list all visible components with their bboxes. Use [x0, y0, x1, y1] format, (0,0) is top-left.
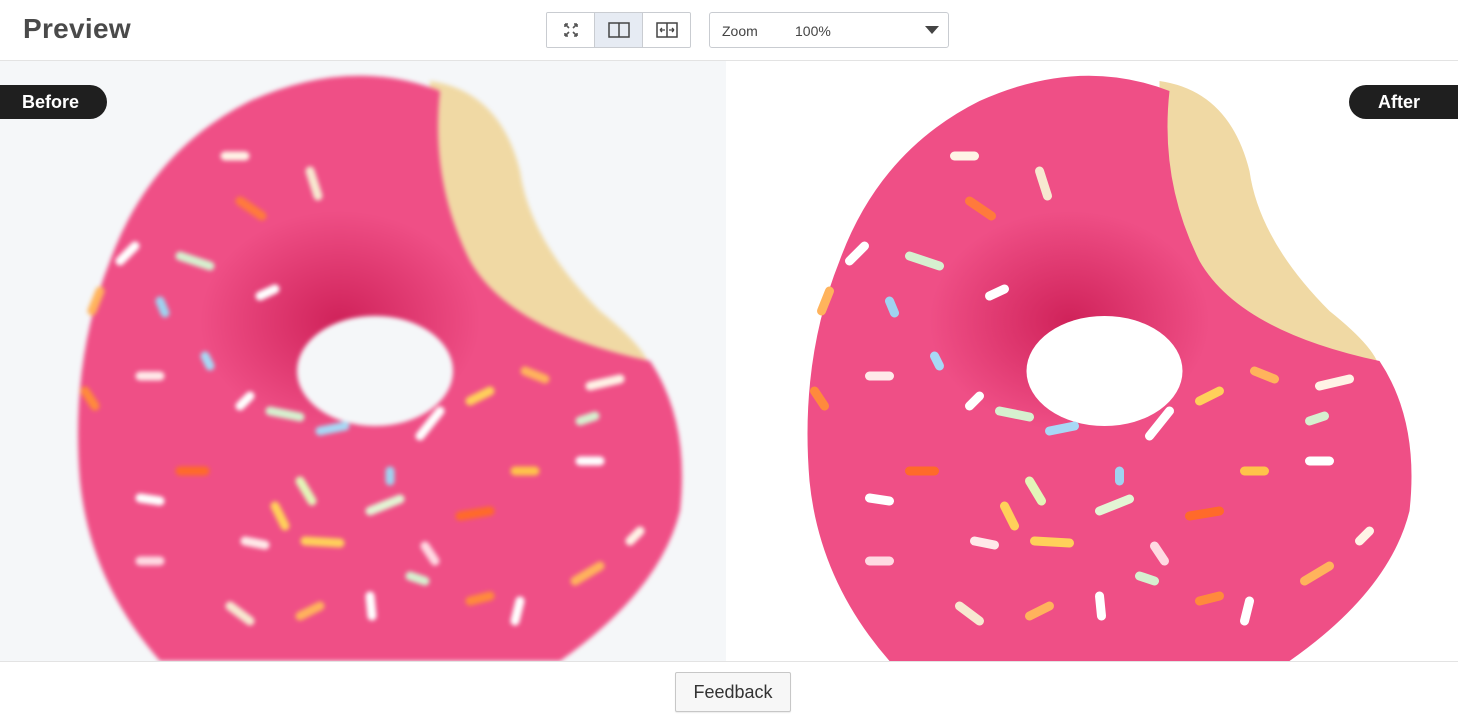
page-title: Preview [23, 13, 131, 44]
donut-before-image [78, 75, 682, 661]
after-pane[interactable] [727, 61, 1458, 661]
fit-screen-button[interactable] [547, 13, 595, 47]
chevron-down-icon [925, 26, 939, 34]
zoom-label: Zoom [722, 23, 758, 39]
slider-compare-icon [655, 22, 678, 38]
fit-screen-icon [563, 23, 578, 37]
zoom-value: 100% [795, 23, 831, 39]
after-label: After [1349, 85, 1458, 119]
donut-after-image [807, 75, 1412, 661]
zoom-select[interactable]: Zoom 100% [709, 12, 949, 48]
footer-bar: Feedback [0, 661, 1458, 721]
split-view-button[interactable] [595, 13, 643, 47]
before-pane[interactable] [0, 61, 726, 661]
feedback-button[interactable]: Feedback [675, 672, 791, 712]
toolbar-header: Preview Zoom 100% [0, 0, 1458, 61]
split-view-icon [607, 22, 630, 38]
before-label: Before [0, 85, 107, 119]
slider-compare-button[interactable] [643, 13, 690, 47]
view-mode-group [546, 12, 691, 48]
